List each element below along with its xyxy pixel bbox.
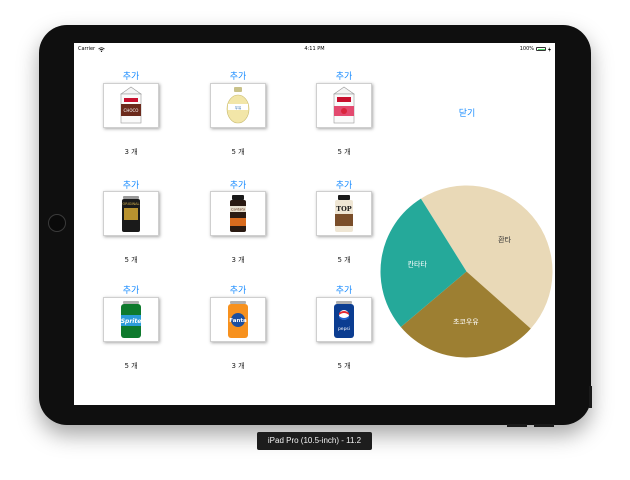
product-tile[interactable]: ORIGINAL [103, 191, 159, 236]
add-button[interactable]: 추가 [314, 283, 374, 296]
sprite-can-icon: Sprite [121, 301, 142, 338]
product-tile[interactable]: Fanta [210, 297, 266, 342]
svg-text:pepsi: pepsi [338, 326, 350, 332]
add-button[interactable]: 추가 [101, 283, 161, 296]
quantity-label: 5 개 [337, 256, 351, 264]
close-button[interactable]: 닫기 [442, 106, 492, 119]
quantity-label: 3 개 [231, 362, 245, 370]
add-button[interactable]: 추가 [101, 178, 161, 191]
add-button[interactable]: 추가 [314, 69, 374, 82]
quantity-label: 3 개 [124, 148, 138, 156]
svg-text:Fanta: Fanta [229, 318, 247, 324]
quantity-label: 5 개 [337, 362, 351, 370]
svg-text:우유: 우유 [235, 106, 242, 110]
battery-level [537, 48, 545, 50]
strawberry-milk-carton-icon [333, 86, 355, 124]
svg-text:CHOCO: CHOCO [124, 108, 139, 113]
add-button[interactable]: 추가 [208, 69, 268, 82]
add-button[interactable]: 추가 [101, 69, 161, 82]
product-tile[interactable]: Sprite [103, 297, 159, 342]
fanta-can-icon: Fanta [228, 301, 248, 338]
cantata-coffee-can-icon: Cantata [230, 195, 246, 232]
chocolate-milk-carton-icon: CHOCO [120, 86, 142, 124]
add-button[interactable]: 추가 [208, 283, 268, 296]
volume-button [507, 424, 527, 427]
quantity-label: 5 개 [124, 362, 138, 370]
add-button[interactable]: 추가 [314, 178, 374, 191]
quantity-label: 5 개 [124, 256, 138, 264]
status-right: 100% [520, 46, 551, 52]
quantity-label: 5 개 [231, 148, 245, 156]
app-screen: Carrier 4:11 PM 100% 추가 CHOCO 3 개 추가 ORI… [74, 43, 555, 405]
pie-slice-label: 초코우유 [453, 318, 479, 326]
pie-slice-label: 환타 [498, 235, 511, 244]
product-tile[interactable] [316, 83, 372, 128]
charging-bolt-icon [548, 46, 551, 52]
volume-button [534, 424, 554, 427]
svg-text:ORIGINAL: ORIGINAL [123, 202, 140, 206]
svg-text:Cantata: Cantata [231, 208, 245, 212]
side-button [589, 386, 592, 408]
product-tile[interactable]: pepsi [316, 297, 372, 342]
quantity-label: 3 개 [231, 256, 245, 264]
battery-icon [536, 47, 546, 51]
svg-text:TOP: TOP [336, 205, 351, 213]
pie-slice-label: 칸타타 [408, 259, 428, 268]
pepsi-can-icon: pepsi [334, 301, 354, 338]
simulator-device-label: iPad Pro (10.5-inch) - 11.2 [257, 432, 372, 450]
pie-chart: 환타초코우유 칸타타 [380, 185, 553, 358]
original-coffee-can-icon: ORIGINAL [122, 196, 140, 232]
status-bar: Carrier 4:11 PM 100% [74, 43, 555, 54]
status-time: 4:11 PM [304, 46, 325, 52]
top-coffee-can-icon: TOP [335, 195, 353, 232]
battery-percent: 100% [519, 46, 534, 52]
product-tile[interactable]: 우유 [210, 83, 266, 128]
product-tile[interactable]: Cantata [210, 191, 266, 236]
quantity-label: 5 개 [337, 148, 351, 156]
svg-text:Sprite: Sprite [121, 318, 142, 325]
home-button[interactable] [48, 214, 66, 232]
add-button[interactable]: 추가 [208, 178, 268, 191]
banana-milk-bottle-icon: 우유 [226, 87, 250, 124]
product-tile[interactable]: TOP [316, 191, 372, 236]
product-tile[interactable]: CHOCO [103, 83, 159, 128]
